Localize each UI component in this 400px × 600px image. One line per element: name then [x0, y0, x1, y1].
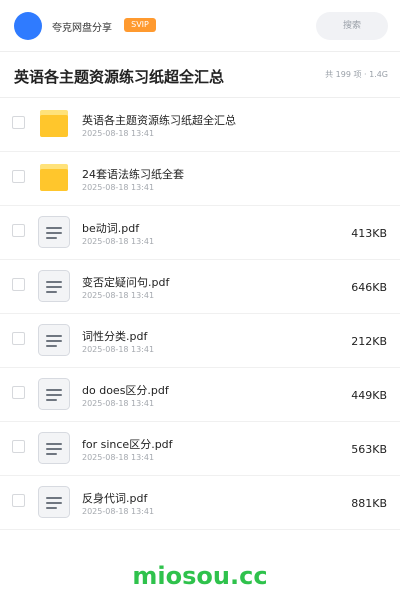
item-checkbox[interactable]: [12, 116, 25, 129]
document-icon: [38, 432, 70, 464]
item-checkbox[interactable]: [12, 440, 25, 453]
list-item[interactable]: 变否定疑问句.pdf 2025-08-18 13:41 646KB: [0, 260, 400, 314]
document-icon: [38, 486, 70, 518]
item-size: 563KB: [351, 443, 387, 456]
document-icon: [38, 378, 70, 410]
document-icon: [38, 270, 70, 302]
list-item[interactable]: 反身代词.pdf 2025-08-18 13:41 881KB: [0, 476, 400, 530]
item-name: 变否定疑问句.pdf: [82, 276, 170, 289]
item-size: 881KB: [351, 497, 387, 510]
list-item[interactable]: 24套语法练习纸全套 2025-08-18 13:41: [0, 152, 400, 206]
item-checkbox[interactable]: [12, 224, 25, 237]
folder-icon: [40, 164, 68, 191]
list-item[interactable]: 英语各主题资源练习纸超全汇总 2025-08-18 13:41: [0, 98, 400, 152]
document-icon: [38, 324, 70, 356]
item-date: 2025-08-18 13:41: [82, 183, 155, 192]
page-title: 英语各主题资源练习纸超全汇总: [14, 68, 225, 86]
search-button[interactable]: 搜索: [316, 12, 388, 40]
item-checkbox[interactable]: [12, 386, 25, 399]
item-size: 449KB: [351, 389, 387, 402]
watermark: miosou.cc: [132, 562, 268, 590]
list-item[interactable]: 词性分类.pdf 2025-08-18 13:41 212KB: [0, 314, 400, 368]
item-date: 2025-08-18 13:41: [82, 453, 155, 462]
item-name: for since区分.pdf: [82, 438, 173, 451]
item-size: 413KB: [351, 227, 387, 240]
item-name: 24套语法练习纸全套: [82, 168, 184, 181]
item-name: 词性分类.pdf: [82, 330, 148, 343]
item-date: 2025-08-18 13:41: [82, 399, 155, 408]
item-name: be动词.pdf: [82, 222, 140, 235]
svip-badge: SVIP: [124, 18, 156, 32]
item-checkbox[interactable]: [12, 494, 25, 507]
top-bar: 夸克网盘分享 SVIP 搜索: [0, 0, 400, 52]
list-item[interactable]: be动词.pdf 2025-08-18 13:41 413KB: [0, 206, 400, 260]
item-checkbox[interactable]: [12, 170, 25, 183]
item-date: 2025-08-18 13:41: [82, 129, 155, 138]
item-checkbox[interactable]: [12, 278, 25, 291]
folder-summary: 共 199 项 · 1.4G: [325, 70, 388, 79]
item-size: 646KB: [351, 281, 387, 294]
list-item[interactable]: for since区分.pdf 2025-08-18 13:41 563KB: [0, 422, 400, 476]
share-owner-name: 夸克网盘分享: [52, 23, 112, 34]
item-name: 英语各主题资源练习纸超全汇总: [82, 114, 236, 127]
document-icon: [38, 216, 70, 248]
avatar[interactable]: [14, 12, 42, 40]
folder-header: 英语各主题资源练习纸超全汇总 共 199 项 · 1.4G: [0, 52, 400, 98]
folder-icon: [40, 110, 68, 137]
list-item[interactable]: do does区分.pdf 2025-08-18 13:41 449KB: [0, 368, 400, 422]
item-date: 2025-08-18 13:41: [82, 291, 155, 300]
item-checkbox[interactable]: [12, 332, 25, 345]
item-name: do does区分.pdf: [82, 384, 169, 397]
item-name: 反身代词.pdf: [82, 492, 148, 505]
item-date: 2025-08-18 13:41: [82, 507, 155, 516]
item-date: 2025-08-18 13:41: [82, 237, 155, 246]
item-date: 2025-08-18 13:41: [82, 345, 155, 354]
item-size: 212KB: [351, 335, 387, 348]
